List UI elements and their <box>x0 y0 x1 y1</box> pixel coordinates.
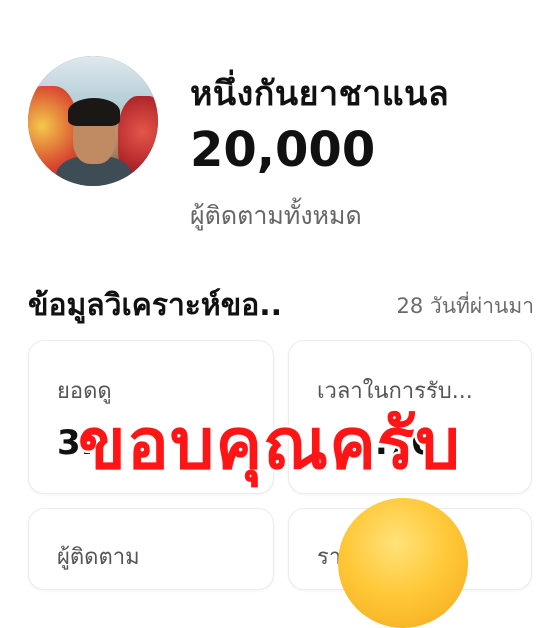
thank-you-overlay: ขอบคุณครับ <box>76 401 463 488</box>
profile-username: หนึ่งกันยาชาแนล <box>190 74 450 114</box>
analytics-title[interactable]: ข้อมูลวิเคราะห์ขอ.. <box>28 282 368 329</box>
followers-count: 20,000 <box>190 122 376 178</box>
stat-card-followers[interactable]: ผู้ติดตาม <box>28 508 274 590</box>
followers-label: ผู้ติดตามทั้งหมด <box>190 201 362 230</box>
emoji-sticker-icon <box>338 498 468 628</box>
stat-card-label: ผู้ติดตาม <box>57 545 140 570</box>
analytics-period: 28 วันที่ผ่านมา <box>396 294 534 318</box>
avatar-person-hair <box>68 98 120 126</box>
profile-avatar[interactable] <box>28 56 158 186</box>
